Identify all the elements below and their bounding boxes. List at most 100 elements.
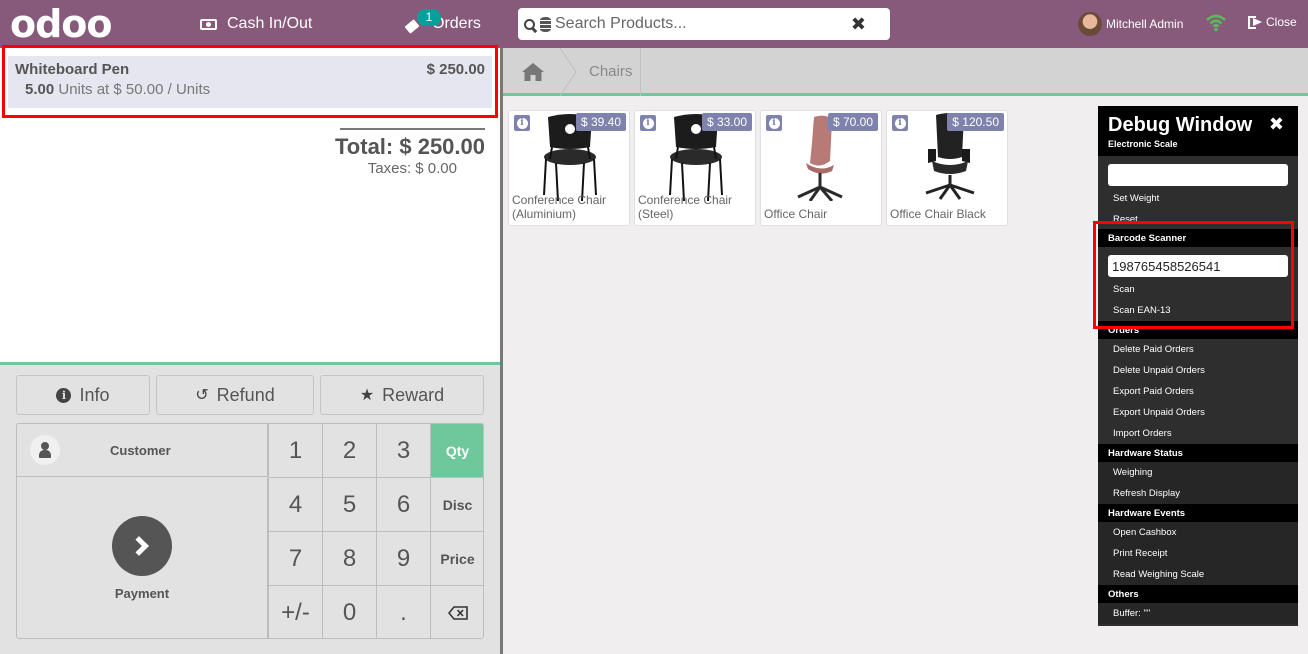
numpad-key-1[interactable]: 1 (268, 424, 322, 478)
scale-weight-input[interactable] (1108, 164, 1288, 186)
customer-label: Customer (110, 442, 171, 458)
product-info-button[interactable]: i (640, 115, 656, 131)
refresh-display-button[interactable]: Refresh Display (1098, 483, 1298, 504)
product-price: $ 39.40 (575, 113, 626, 131)
others-heading: Others (1098, 585, 1298, 603)
customer-button[interactable]: Customer (17, 424, 268, 477)
export-unpaid-orders-button[interactable]: Export Unpaid Orders (1098, 402, 1298, 423)
chevron-right-icon (129, 536, 149, 556)
numpad-key-6[interactable]: 6 (376, 478, 430, 532)
search-products-box: ✖ (518, 8, 890, 40)
mode-qty-button[interactable]: Qty (430, 424, 483, 478)
user-name: Mitchell Admin (1106, 17, 1184, 31)
numpad-key-3[interactable]: 3 (376, 424, 430, 478)
delete-paid-orders-button[interactable]: Delete Paid Orders (1098, 339, 1298, 360)
cash-in-out-button[interactable]: Cash In/Out (200, 0, 312, 48)
product-name: Office Chair Black (890, 207, 986, 221)
numpad-key-5[interactable]: 5 (322, 478, 376, 532)
product-card[interactable]: i $ 33.00 Conference Chair (Steel) (634, 110, 756, 226)
info-icon: i (516, 117, 528, 129)
numpad-key-7[interactable]: 7 (268, 532, 322, 586)
clear-search-icon[interactable]: ✖ (851, 14, 866, 35)
order-taxes: Taxes: $ 0.00 (367, 160, 457, 177)
product-price: $ 33.00 (701, 113, 752, 131)
database-icon[interactable] (540, 16, 551, 32)
product-card[interactable]: i $ 120.50 Office Chair Black (886, 110, 1008, 226)
electronic-scale-heading: Electronic Scale (1108, 139, 1178, 149)
import-orders-button[interactable]: Import Orders (1098, 423, 1298, 444)
order-line-info: 5.00 Units at $ 50.00 / Units (25, 81, 485, 98)
debug-close-icon[interactable]: ✖ (1269, 114, 1284, 135)
scan-button[interactable]: Scan (1098, 279, 1298, 300)
order-line-qty: 5.00 (25, 81, 55, 98)
numpad-key-decimal[interactable]: . (376, 586, 430, 638)
undo-icon: ↺ (195, 387, 209, 404)
scan-ean13-button[interactable]: Scan EAN-13 (1098, 300, 1298, 321)
reward-label: Reward (382, 384, 445, 405)
numpad-key-8[interactable]: 8 (322, 532, 376, 586)
product-info-button[interactable]: i (892, 115, 908, 131)
export-paid-orders-button[interactable]: Export Paid Orders (1098, 381, 1298, 402)
search-products-input[interactable] (555, 15, 845, 33)
backspace-icon (447, 606, 468, 620)
reset-button[interactable]: Reset (1098, 209, 1298, 229)
numpad-key-0[interactable]: 0 (322, 586, 376, 638)
product-name: Conference Chair (Steel) (638, 193, 733, 221)
product-name: Conference Chair (Aluminium) (512, 193, 607, 221)
top-bar: odoo Cash In/Out 1 Orders ✖ Mitchell Adm… (0, 0, 1308, 48)
set-weight-button[interactable]: Set Weight (1098, 188, 1298, 209)
order-line[interactable]: Whiteboard Pen $ 250.00 5.00 Units at $ … (8, 56, 492, 108)
control-area: i Info ↺ Refund ★ Reward Customer Paymen… (0, 362, 500, 654)
close-label: Close (1266, 15, 1297, 29)
close-session-button[interactable]: Close (1248, 15, 1297, 29)
orders-heading: Orders (1098, 321, 1298, 339)
product-card[interactable]: i $ 39.40 Conference Chair (Aluminium) (508, 110, 630, 226)
payment-button[interactable]: Payment (17, 478, 268, 638)
order-total: Total: $ 250.00 (335, 134, 485, 159)
numpad-key-plus-minus[interactable]: +/- (268, 586, 322, 638)
breadcrumb-divider (640, 48, 641, 96)
user-avatar (1078, 12, 1102, 36)
info-icon: i (56, 387, 72, 403)
money-bill-icon (200, 18, 217, 30)
product-card[interactable]: i $ 70.00 Office Chair (760, 110, 882, 226)
sign-out-icon (1248, 15, 1263, 29)
product-price: $ 120.50 (947, 113, 1004, 131)
product-price: $ 70.00 (827, 113, 878, 131)
mode-disc-button[interactable]: Disc (430, 478, 483, 532)
read-weighing-scale-button[interactable]: Read Weighing Scale (1098, 564, 1298, 585)
wifi-icon (1206, 14, 1226, 32)
orders-button[interactable]: 1 Orders (404, 0, 481, 48)
delete-unpaid-orders-button[interactable]: Delete Unpaid Orders (1098, 360, 1298, 381)
hardware-status-section: Weighing Refresh Display (1098, 462, 1298, 504)
order-line-price: $ 250.00 (426, 61, 485, 78)
numpad-key-9[interactable]: 9 (376, 532, 430, 586)
user-menu[interactable]: Mitchell Admin (1078, 12, 1183, 36)
mode-price-button[interactable]: Price (430, 532, 483, 586)
hardware-status-heading: Hardware Status (1098, 444, 1298, 462)
numpad-key-4[interactable]: 4 (268, 478, 322, 532)
weighing-status[interactable]: Weighing (1098, 462, 1298, 483)
numpad-key-2[interactable]: 2 (322, 424, 376, 478)
info-button[interactable]: i Info (16, 375, 150, 415)
product-info-button[interactable]: i (766, 115, 782, 131)
info-label: Info (79, 384, 110, 405)
others-section: Buffer: "" (1098, 603, 1298, 624)
backspace-button[interactable] (430, 586, 483, 638)
print-receipt-button[interactable]: Print Receipt (1098, 543, 1298, 564)
product-name: Office Chair (764, 207, 828, 221)
breadcrumb: Chairs (503, 48, 1308, 96)
cash-in-out-label: Cash In/Out (227, 15, 313, 32)
refund-button[interactable]: ↺ Refund (156, 375, 314, 415)
open-cashbox-button[interactable]: Open Cashbox (1098, 522, 1298, 543)
barcode-input[interactable] (1108, 255, 1288, 277)
orders-count-badge: 1 (417, 9, 441, 26)
payment-label: Payment (114, 586, 170, 601)
info-icon: i (768, 117, 780, 129)
total-divider (340, 128, 485, 130)
breadcrumb-chairs[interactable]: Chairs (589, 63, 632, 80)
home-category-button[interactable] (503, 48, 563, 96)
product-info-button[interactable]: i (514, 115, 530, 131)
odoo-logo: odoo (10, 2, 113, 46)
reward-button[interactable]: ★ Reward (320, 375, 484, 415)
